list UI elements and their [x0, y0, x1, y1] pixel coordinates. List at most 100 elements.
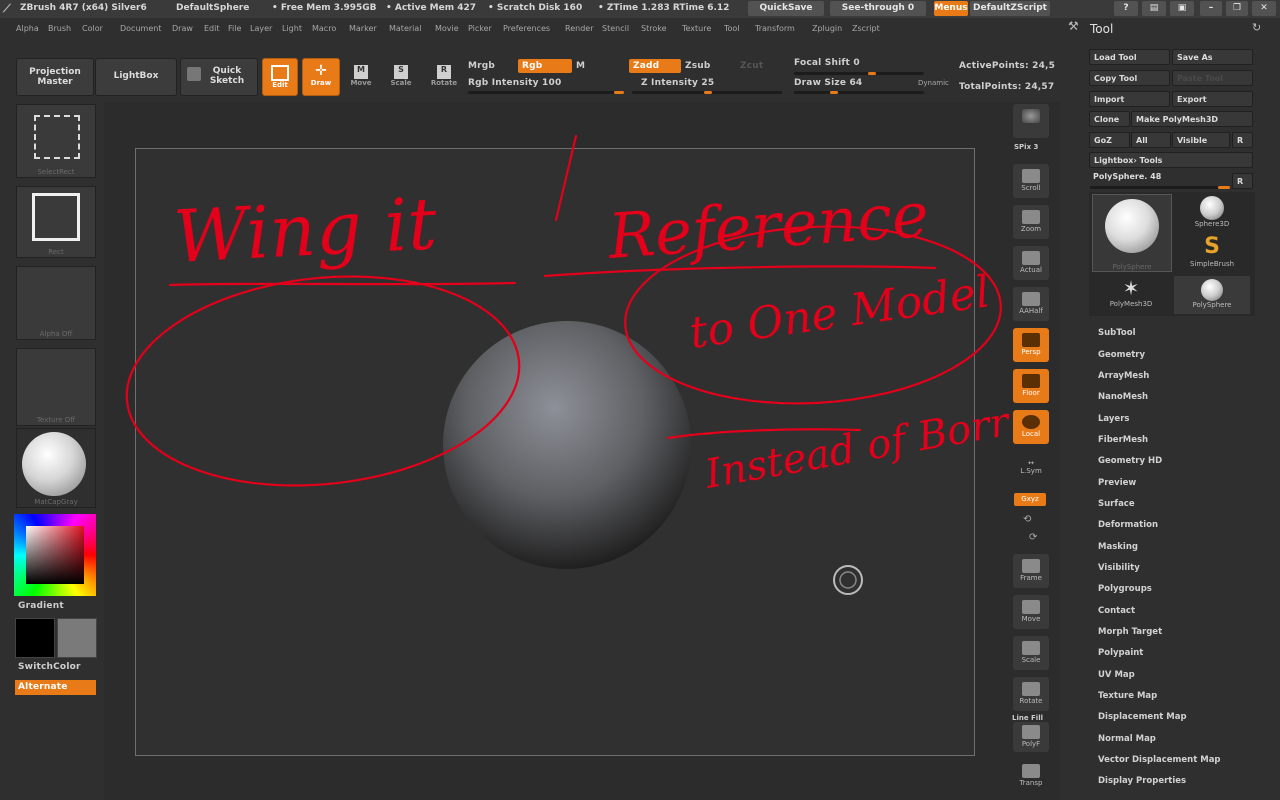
- section-layers[interactable]: Layers: [1098, 414, 1129, 424]
- draw-button[interactable]: ✛ Draw: [302, 58, 340, 96]
- secondary-color-swatch[interactable]: [57, 618, 97, 658]
- section-subtool[interactable]: SubTool: [1098, 328, 1136, 338]
- rotate-axis2-icon[interactable]: ⟳: [1029, 532, 1037, 543]
- layout-icon[interactable]: ▤: [1142, 1, 1166, 16]
- lock-icon[interactable]: ▣: [1170, 1, 1194, 16]
- menu-zplugin[interactable]: Zplugin: [812, 24, 842, 33]
- menu-tool[interactable]: Tool: [724, 24, 740, 33]
- alpha-button[interactable]: Alpha Off: [16, 266, 96, 340]
- minimize-icon[interactable]: –: [1200, 1, 1222, 16]
- default-zscript-button[interactable]: DefaultZScript: [970, 1, 1050, 16]
- section-geometry[interactable]: Geometry: [1098, 350, 1145, 360]
- section-polypaint[interactable]: Polypaint: [1098, 648, 1143, 658]
- section-fibermesh[interactable]: FiberMesh: [1098, 435, 1148, 445]
- gradient-label[interactable]: Gradient: [18, 601, 64, 611]
- zadd-button[interactable]: Zadd: [629, 59, 681, 73]
- rgb-intensity-slider[interactable]: [468, 91, 624, 94]
- section-uv-map[interactable]: UV Map: [1098, 670, 1135, 680]
- close-icon[interactable]: ✕: [1252, 1, 1276, 16]
- menu-picker[interactable]: Picker: [468, 24, 492, 33]
- menu-render[interactable]: Render: [565, 24, 593, 33]
- menu-macro[interactable]: Macro: [312, 24, 336, 33]
- edit-button[interactable]: Edit: [262, 58, 298, 96]
- goz-visible-button[interactable]: Visible: [1172, 132, 1230, 148]
- section-deformation[interactable]: Deformation: [1098, 520, 1158, 530]
- import-button[interactable]: Import: [1089, 91, 1170, 107]
- texture-button[interactable]: Texture Off: [16, 348, 96, 426]
- section-nanomesh[interactable]: NanoMesh: [1098, 392, 1148, 402]
- lightbox-button[interactable]: LightBox: [95, 58, 177, 96]
- menu-document[interactable]: Document: [120, 24, 161, 33]
- menu-draw[interactable]: Draw: [172, 24, 193, 33]
- mrgb-button[interactable]: Mrgb: [468, 61, 495, 71]
- rgb-button[interactable]: Rgb: [518, 59, 572, 73]
- menu-alpha[interactable]: Alpha: [16, 24, 39, 33]
- save-as-button[interactable]: Save As: [1172, 49, 1253, 65]
- menu-texture[interactable]: Texture: [682, 24, 711, 33]
- scale-view-button[interactable]: Scale: [1013, 636, 1049, 670]
- select-rect-button[interactable]: SelectRect: [16, 104, 96, 178]
- menu-color[interactable]: Color: [82, 24, 103, 33]
- tool-slider[interactable]: [1090, 186, 1230, 189]
- menu-preferences[interactable]: Preferences: [503, 24, 550, 33]
- scale-button[interactable]: S Scale: [383, 58, 419, 96]
- menu-stencil[interactable]: Stencil: [602, 24, 629, 33]
- menu-layer[interactable]: Layer: [250, 24, 272, 33]
- menu-light[interactable]: Light: [282, 24, 302, 33]
- section-texture-map[interactable]: Texture Map: [1098, 691, 1157, 701]
- restore-icon[interactable]: ❐: [1226, 1, 1248, 16]
- zsub-button[interactable]: Zsub: [685, 61, 711, 71]
- local-button[interactable]: Local: [1013, 410, 1049, 444]
- help-icon[interactable]: ?: [1114, 1, 1138, 16]
- section-contact[interactable]: Contact: [1098, 606, 1135, 616]
- zoom-button[interactable]: Zoom: [1013, 205, 1049, 239]
- thumb-polysphere-current[interactable]: PolySphere: [1092, 194, 1172, 272]
- polyf-button[interactable]: PolyF: [1013, 722, 1049, 752]
- menu-marker[interactable]: Marker: [349, 24, 377, 33]
- tool-palette-title[interactable]: Tool: [1090, 22, 1113, 36]
- color-picker-square[interactable]: [26, 526, 84, 584]
- section-arraymesh[interactable]: ArrayMesh: [1098, 371, 1149, 381]
- xyz-button[interactable]: Gxyz: [1014, 493, 1046, 506]
- rotate-view-button[interactable]: Rotate: [1013, 677, 1049, 711]
- canvas[interactable]: [135, 148, 975, 756]
- load-tool-button[interactable]: Load Tool: [1089, 49, 1170, 65]
- menu-file[interactable]: File: [228, 24, 241, 33]
- menu-transform[interactable]: Transform: [755, 24, 795, 33]
- section-displacement-map[interactable]: Displacement Map: [1098, 712, 1187, 722]
- dynamic-button[interactable]: Dynamic: [918, 79, 949, 87]
- spix-label[interactable]: SPix 3: [1014, 143, 1038, 151]
- move-button[interactable]: M Move: [343, 58, 379, 96]
- frame-button[interactable]: Frame: [1013, 554, 1049, 588]
- stroke-rect-button[interactable]: Rect: [16, 186, 96, 258]
- see-through-slider[interactable]: See-through 0: [830, 1, 926, 16]
- menu-movie[interactable]: Movie: [435, 24, 459, 33]
- actual-button[interactable]: Actual: [1013, 246, 1049, 280]
- section-display-properties[interactable]: Display Properties: [1098, 776, 1186, 786]
- export-button[interactable]: Export: [1172, 91, 1253, 107]
- section-masking[interactable]: Masking: [1098, 542, 1138, 552]
- quicksave-button[interactable]: QuickSave: [748, 1, 824, 16]
- tool-slider-r-button[interactable]: R: [1232, 173, 1253, 189]
- persp-button[interactable]: Persp: [1013, 328, 1049, 362]
- scroll-button[interactable]: Scroll: [1013, 164, 1049, 198]
- zcut-button[interactable]: Zcut: [740, 61, 763, 71]
- rotate-button[interactable]: R Rotate: [426, 58, 462, 96]
- section-visibility[interactable]: Visibility: [1098, 563, 1140, 573]
- main-color-swatch[interactable]: [15, 618, 55, 658]
- thumb-polysphere[interactable]: PolySphere: [1174, 276, 1250, 314]
- menu-stroke[interactable]: Stroke: [641, 24, 667, 33]
- menu-material[interactable]: Material: [389, 24, 422, 33]
- alternate-button[interactable]: Alternate: [15, 680, 96, 695]
- color-picker[interactable]: [14, 514, 96, 596]
- menu-edit[interactable]: Edit: [204, 24, 220, 33]
- rotate-axis-icon[interactable]: ⟲: [1023, 514, 1031, 525]
- lsym-button[interactable]: ↔ L.Sym: [1013, 454, 1049, 482]
- goz-button[interactable]: GoZ: [1089, 132, 1130, 148]
- section-morph-target[interactable]: Morph Target: [1098, 627, 1162, 637]
- menu-zscript[interactable]: Zscript: [852, 24, 880, 33]
- thumb-simplebrush[interactable]: S SimpleBrush: [1182, 234, 1242, 274]
- aahalf-button[interactable]: AAHalf: [1013, 287, 1049, 321]
- menus-button[interactable]: Menus: [934, 1, 968, 16]
- make-polymesh3d-button[interactable]: Make PolyMesh3D: [1131, 111, 1253, 127]
